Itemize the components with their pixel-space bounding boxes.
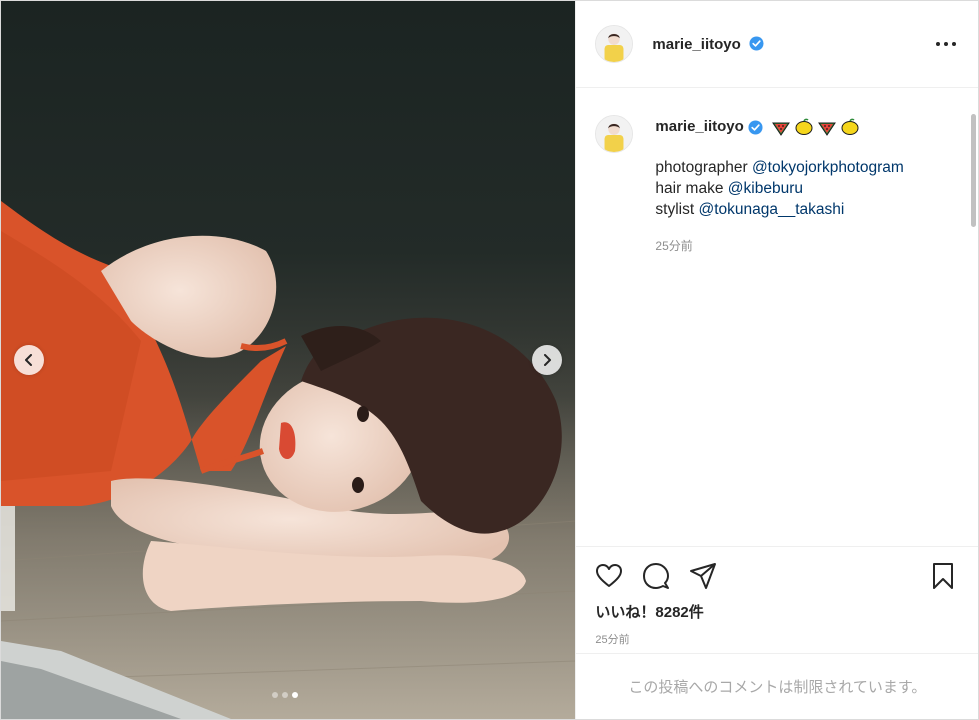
- post-side-panel: marie_iitoyo marie_iitoyo photographer @…: [575, 1, 979, 719]
- avatar-image: [596, 26, 633, 62]
- caption-emojis: [771, 117, 860, 137]
- slide-indicator: [272, 692, 298, 698]
- slide-dot: [272, 692, 278, 698]
- caption-line-hair-make: hair make @kibeburu: [655, 178, 903, 199]
- action-bar: いいね！8282件 25分前: [576, 546, 979, 652]
- caption-text: photographer @tokyojorkphotogram hair ma…: [655, 157, 903, 220]
- watermelon-icon: [817, 122, 836, 136]
- chevron-right-icon: [544, 354, 551, 366]
- instagram-post: marie_iitoyo marie_iitoyo photographer @…: [0, 0, 979, 720]
- post-photo: [1, 1, 576, 719]
- avatar[interactable]: [595, 25, 634, 63]
- post-header: marie_iitoyo: [576, 1, 978, 88]
- chevron-left-icon: [25, 354, 32, 366]
- caption-line-label: photographer: [655, 159, 752, 176]
- slide-dot: [282, 692, 288, 698]
- action-icons: [594, 561, 718, 591]
- caption-line-stylist: stylist @tokunaga__takashi: [655, 199, 903, 220]
- header-username-text[interactable]: marie_iitoyo: [652, 36, 740, 53]
- previous-slide-button[interactable]: [14, 345, 44, 375]
- lemon-icon: [841, 118, 859, 135]
- next-slide-button[interactable]: [532, 345, 562, 375]
- slide-dot-active: [292, 692, 298, 698]
- comments-area[interactable]: marie_iitoyo photographer @tokyojorkphot…: [576, 89, 978, 546]
- mention-link[interactable]: @kibeburu: [728, 180, 803, 197]
- more-horizontal-icon: [952, 42, 956, 46]
- caption-line-label: stylist: [655, 201, 699, 218]
- caption-avatar[interactable]: [595, 115, 634, 153]
- watermelon-icon: [771, 122, 790, 136]
- comment-icon[interactable]: [641, 561, 671, 591]
- caption-body: marie_iitoyo photographer @tokyojorkphot…: [655, 115, 903, 254]
- verified-badge-icon: [749, 35, 764, 51]
- mention-link[interactable]: @tokyojorkphotogram: [752, 159, 904, 176]
- caption-username[interactable]: marie_iitoyo: [655, 117, 743, 137]
- more-horizontal-icon: [936, 42, 940, 46]
- more-horizontal-icon: [944, 42, 948, 46]
- heart-icon[interactable]: [594, 561, 624, 591]
- like-count[interactable]: いいね！8282件: [595, 601, 703, 622]
- post-media: [1, 1, 576, 719]
- verified-badge-icon: [748, 119, 763, 135]
- comments-restricted-notice: この投稿へのコメントは制限されています。: [576, 653, 979, 719]
- send-icon[interactable]: [688, 561, 718, 591]
- header-username[interactable]: marie_iitoyo: [652, 36, 764, 53]
- caption-user-line: marie_iitoyo: [655, 117, 903, 137]
- bookmark-icon[interactable]: [928, 561, 958, 591]
- caption: marie_iitoyo photographer @tokyojorkphot…: [595, 115, 978, 254]
- caption-line-photographer: photographer @tokyojorkphotogram: [655, 157, 903, 178]
- caption-line-label: hair make: [655, 180, 728, 197]
- post-timestamp: 25分前: [595, 634, 630, 646]
- more-options-button[interactable]: [936, 34, 956, 54]
- avatar-image: [596, 116, 633, 152]
- lemon-icon: [795, 118, 813, 135]
- caption-timestamp: 25分前: [655, 239, 693, 253]
- scrollbar[interactable]: [971, 114, 977, 227]
- mention-link[interactable]: @tokunaga__takashi: [698, 201, 844, 218]
